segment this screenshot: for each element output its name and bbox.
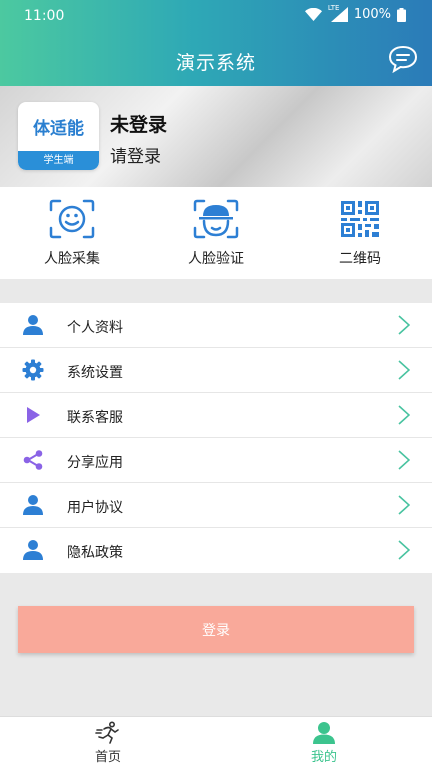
menu-item-settings[interactable]: 系统设置 xyxy=(0,348,432,393)
tab-home[interactable]: 首页 xyxy=(0,717,216,768)
app-logo: 体适能 学生端 xyxy=(18,102,99,170)
menu-item-label: 联系客服 xyxy=(67,410,123,426)
login-hint[interactable]: 请登录 xyxy=(110,142,161,167)
bottom-tab-bar: 首页 我的 xyxy=(0,716,432,768)
login-button[interactable]: 登录 xyxy=(18,606,414,653)
menu-item-label: 个人资料 xyxy=(67,320,123,336)
qrcode-icon xyxy=(341,201,379,237)
person-icon xyxy=(23,495,43,515)
menu-item-user-agreement[interactable]: 用户协议 xyxy=(0,483,432,528)
menu-item-share[interactable]: 分享应用 xyxy=(0,438,432,483)
quick-action-qrcode[interactable]: 二维码 xyxy=(288,187,432,279)
profile-card[interactable]: 体适能 学生端 未登录 请登录 xyxy=(0,86,432,187)
chevron-right-icon xyxy=(398,495,410,515)
message-icon[interactable] xyxy=(388,45,418,73)
status-time: 11:00 xyxy=(24,8,65,24)
logo-title: 体适能 xyxy=(33,119,84,139)
chevron-right-icon xyxy=(398,540,410,560)
menu-item-label: 系统设置 xyxy=(67,365,123,381)
battery-icon xyxy=(397,7,406,22)
settings-menu: 个人资料 系统设置 联系客服 分享应用 用户协议 隐私政策 xyxy=(0,303,432,573)
page-title: 演示系统 xyxy=(175,52,256,74)
face-capture-icon xyxy=(49,199,95,239)
app-header: 11:00 LTE 100% 演示系统 xyxy=(0,0,432,86)
chevron-right-icon xyxy=(398,315,410,335)
face-verify-icon xyxy=(193,199,239,239)
menu-item-privacy-policy[interactable]: 隐私政策 xyxy=(0,528,432,573)
person-icon xyxy=(23,540,43,560)
gear-icon xyxy=(22,359,44,381)
chevron-right-icon xyxy=(398,360,410,380)
quick-actions: 人脸采集 人脸验证 二维码 xyxy=(0,187,432,279)
chevron-right-icon xyxy=(398,405,410,425)
menu-item-customer-service[interactable]: 联系客服 xyxy=(0,393,432,438)
quick-action-face-capture[interactable]: 人脸采集 xyxy=(0,187,144,279)
quick-action-label: 人脸采集 xyxy=(44,251,100,267)
menu-item-profile[interactable]: 个人资料 xyxy=(0,303,432,348)
battery-level: 100% xyxy=(353,7,391,22)
menu-item-label: 分享应用 xyxy=(67,455,123,471)
wifi-icon xyxy=(304,8,322,21)
status-bar: 11:00 LTE 100% xyxy=(0,0,432,34)
login-status: 未登录 xyxy=(110,114,168,136)
home-runner-icon xyxy=(95,721,119,744)
play-icon xyxy=(27,407,40,423)
signal-icon: LTE xyxy=(328,4,348,22)
person-icon xyxy=(23,315,43,335)
share-icon xyxy=(23,450,43,470)
quick-action-label: 二维码 xyxy=(339,251,381,267)
quick-action-face-verify[interactable]: 人脸验证 xyxy=(144,187,288,279)
quick-action-label: 人脸验证 xyxy=(188,251,244,267)
menu-item-label: 隐私政策 xyxy=(67,545,123,561)
tab-label: 首页 xyxy=(94,750,121,765)
logo-subtitle: 学生端 xyxy=(18,151,99,170)
tab-mine[interactable]: 我的 xyxy=(216,717,432,768)
chevron-right-icon xyxy=(398,450,410,470)
tab-label: 我的 xyxy=(310,750,337,765)
status-indicators: LTE 100% xyxy=(304,4,406,22)
profile-icon xyxy=(313,722,335,744)
menu-item-label: 用户协议 xyxy=(67,500,123,516)
